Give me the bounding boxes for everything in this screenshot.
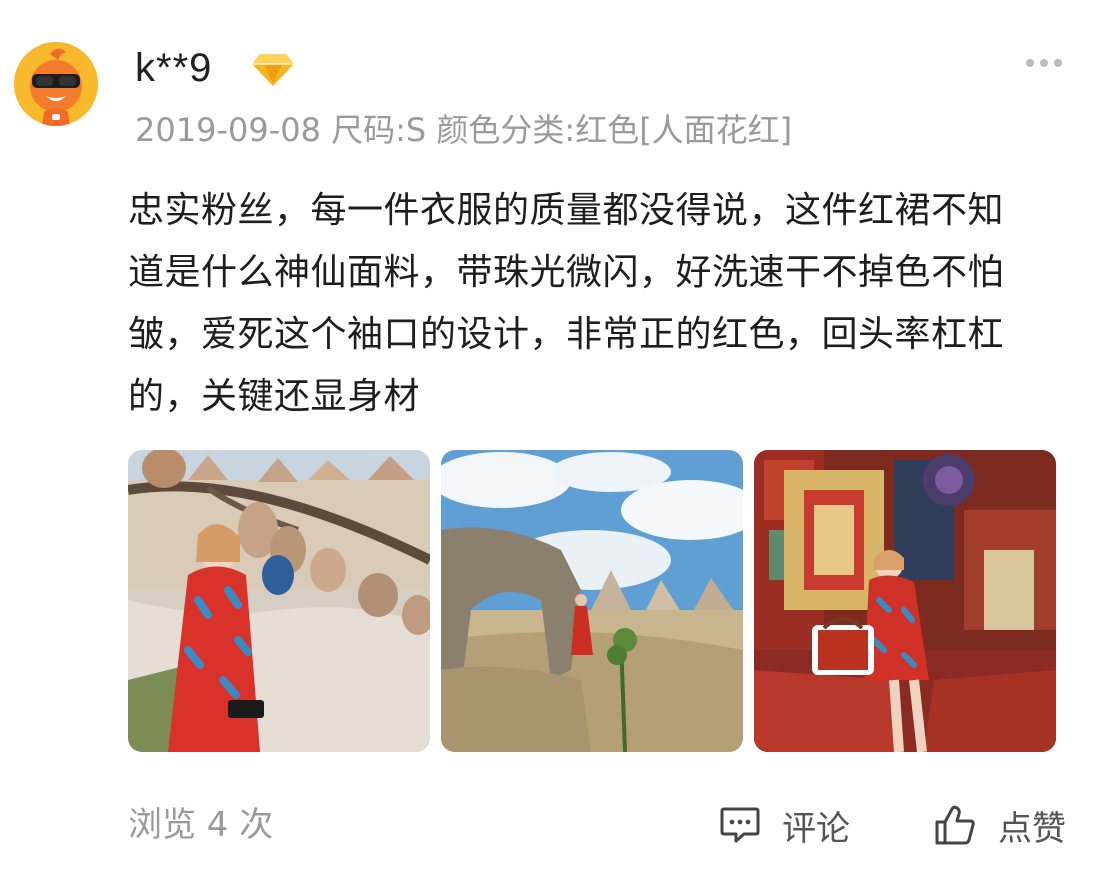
- avatar[interactable]: [14, 42, 98, 126]
- photo-sky-rock-arch: [441, 450, 743, 752]
- like-button[interactable]: 点赞: [934, 800, 1066, 850]
- product-spec: 尺码:S 颜色分类:红色[人面花红]: [331, 111, 793, 149]
- review-photo-2[interactable]: [441, 450, 743, 752]
- review-photos: [128, 450, 1056, 752]
- avatar-cartoon-icon: [14, 42, 98, 126]
- review-text: 忠实粉丝，每一件衣服的质量都没得说，这件红裙不知道是什么神仙面料，带珠光微闪，好…: [128, 190, 1005, 417]
- view-count: 浏览 4 次: [128, 805, 274, 845]
- review-photo-3[interactable]: [754, 450, 1056, 752]
- username[interactable]: k**9: [135, 40, 212, 96]
- review-photo-1[interactable]: [128, 450, 430, 752]
- review-card: k**9 2019-09-08 尺码:S 颜色分类:红色[人面花红] 忠实粉丝，…: [0, 0, 1098, 892]
- diamond-icon: [252, 54, 294, 86]
- photo-rock-landscape-pots: [128, 450, 430, 752]
- comment-button[interactable]: 评论: [720, 800, 850, 850]
- review-date: 2019-09-08: [135, 111, 321, 149]
- thumbs-up-icon: [935, 805, 975, 845]
- photo-carpet-shop: [754, 450, 1056, 752]
- comment-icon: [720, 807, 760, 843]
- review-meta: 2019-09-08 尺码:S 颜色分类:红色[人面花红]: [135, 108, 792, 152]
- like-label: 点赞: [998, 808, 1066, 849]
- comment-label: 评论: [782, 808, 850, 849]
- more-dots-icon[interactable]: [1025, 56, 1063, 70]
